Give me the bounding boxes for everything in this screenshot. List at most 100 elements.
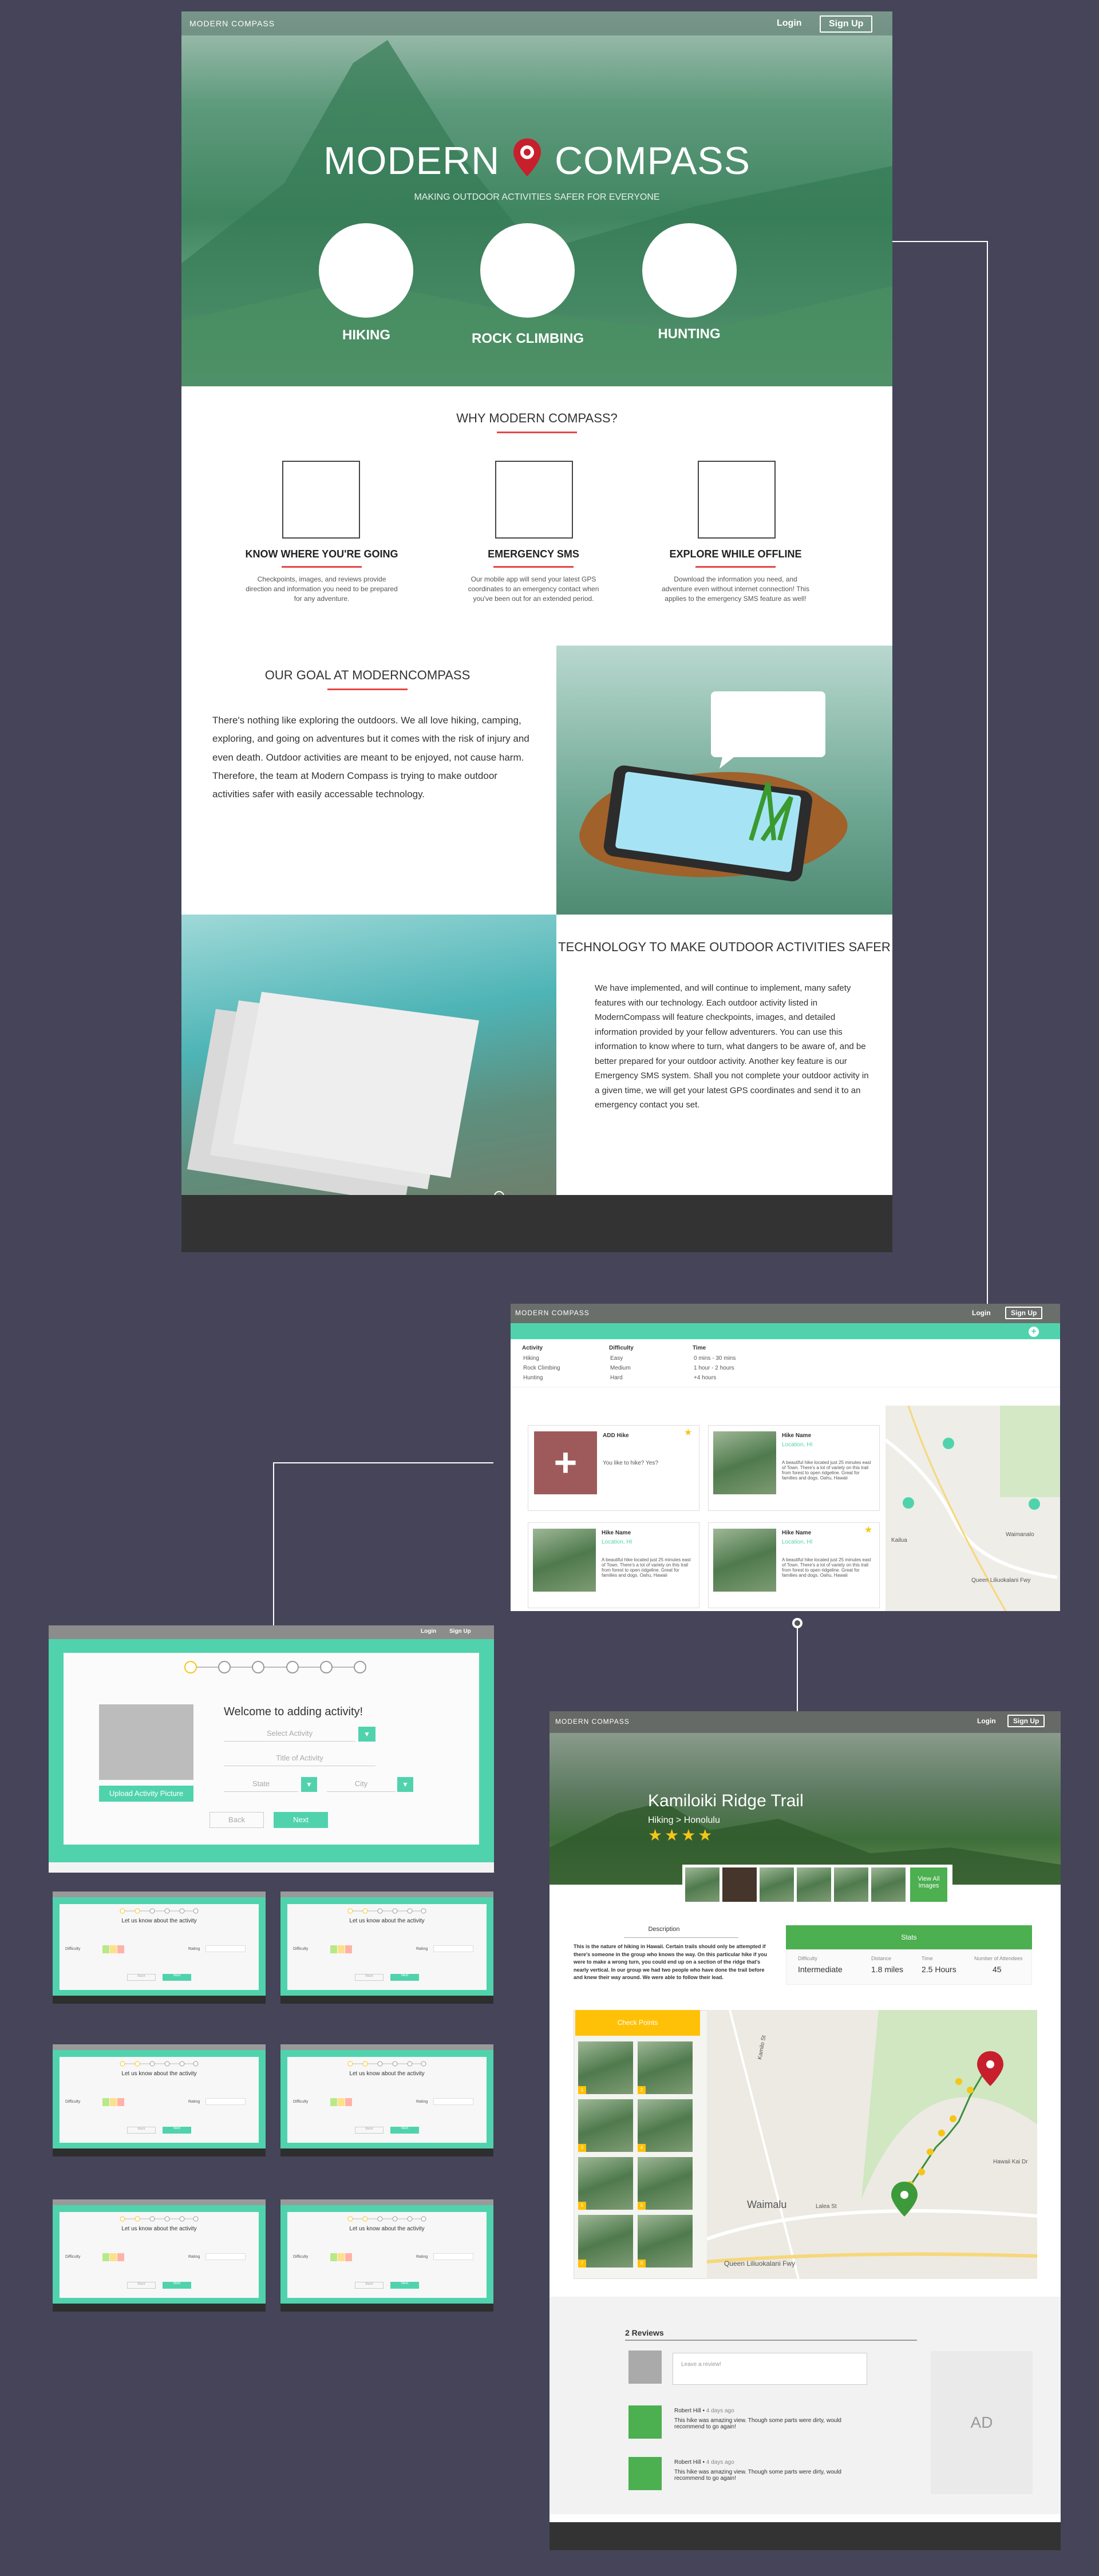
difficulty-swatch[interactable] (330, 1945, 337, 1953)
signup-button[interactable]: Sign Up (820, 15, 873, 33)
difficulty-swatch[interactable] (338, 1945, 345, 1953)
plus-icon[interactable]: + (534, 1431, 597, 1494)
mini-next-button[interactable]: Next (163, 2127, 191, 2134)
gallery-thumb[interactable] (760, 1867, 794, 1902)
mini-next-button[interactable]: Next (390, 2282, 419, 2289)
difficulty-swatch[interactable] (117, 1945, 124, 1953)
trail-map-graphic (706, 2009, 1038, 2280)
checkpoint-image[interactable]: 6 (638, 2157, 693, 2210)
difficulty-swatch[interactable] (345, 2098, 352, 2106)
difficulty-swatch[interactable] (338, 2253, 345, 2261)
landing-logo[interactable]: MODERN COMPASS (189, 19, 275, 28)
difficulty-swatch[interactable] (330, 2253, 337, 2261)
mini-back-button[interactable]: Back (355, 2127, 384, 2134)
star-icon[interactable]: ★ (864, 1524, 872, 1536)
filter-option[interactable]: Hiking (523, 1355, 539, 1362)
upload-picture-button[interactable]: Upload Activity Picture (99, 1786, 193, 1802)
chevron-down-icon[interactable]: ▼ (301, 1777, 317, 1792)
difficulty-swatch[interactable] (110, 1945, 117, 1953)
difficulty-swatch[interactable] (330, 2098, 337, 2106)
filter-option[interactable]: Easy (610, 1355, 623, 1362)
hunting-circle[interactable] (642, 223, 737, 318)
filter-option[interactable]: Hard (610, 1375, 623, 1381)
select-activity-field[interactable]: Select Activity (224, 1726, 355, 1742)
mini-rating-input[interactable] (433, 2253, 473, 2260)
activity-label-hunting[interactable]: HUNTING (615, 326, 764, 342)
add-signup-button[interactable]: Sign Up (449, 1628, 471, 1635)
activity-label-hiking[interactable]: HIKING (292, 327, 441, 343)
checkpoint-image[interactable]: 3 (578, 2099, 633, 2152)
checkpoint-image[interactable]: 7 (578, 2215, 633, 2268)
difficulty-swatch[interactable] (110, 2098, 117, 2106)
review-input[interactable]: Leave a review! (673, 2353, 867, 2385)
gallery-thumb[interactable] (722, 1867, 757, 1902)
mini-back-button[interactable]: Back (127, 2282, 156, 2289)
checkpoint-image[interactable]: 4 (638, 2099, 693, 2152)
detail-logo[interactable]: MODERN COMPASS (555, 1718, 630, 1726)
difficulty-swatch[interactable] (102, 2098, 109, 2106)
search-signup-button[interactable]: Sign Up (1005, 1307, 1043, 1319)
state-field[interactable]: State (224, 1776, 298, 1792)
mini-next-button[interactable]: Next (163, 2282, 191, 2289)
search-logo[interactable]: MODERN COMPASS (515, 1309, 590, 1317)
city-field[interactable]: City (327, 1776, 396, 1792)
mini-back-button[interactable]: Back (355, 1974, 384, 1981)
mini-next-button[interactable]: Next (163, 1974, 191, 1981)
mini-rating-input[interactable] (433, 2098, 473, 2105)
difficulty-swatch[interactable] (117, 2253, 124, 2261)
hiking-circle[interactable] (319, 223, 413, 318)
mini-next-button[interactable]: Next (390, 2127, 419, 2134)
difficulty-swatch[interactable] (110, 2253, 117, 2261)
add-icon[interactable]: + (1029, 1327, 1039, 1337)
review-time: 4 days ago (706, 2408, 734, 2414)
next-button[interactable]: Next (274, 1812, 328, 1828)
detail-signup-button[interactable]: Sign Up (1007, 1715, 1045, 1727)
filter-option[interactable]: Rock Climbing (523, 1365, 560, 1371)
gallery-thumb[interactable] (797, 1867, 831, 1902)
gallery-thumb[interactable] (834, 1867, 868, 1902)
checkpoint-image[interactable]: 5 (578, 2157, 633, 2210)
mini-rating-input[interactable] (433, 1945, 473, 1952)
filter-option[interactable]: +4 hours (694, 1375, 716, 1381)
difficulty-swatch[interactable] (338, 2098, 345, 2106)
difficulty-swatch[interactable] (117, 2098, 124, 2106)
difficulty-swatch[interactable] (345, 1945, 352, 1953)
activity-label-rock-climbing[interactable]: ROCK CLIMBING (453, 331, 602, 347)
filter-option[interactable]: Medium (610, 1365, 631, 1371)
add-hike-card[interactable]: + ADD Hike You like to hike? Yes? ★ (528, 1425, 699, 1511)
hike-card[interactable]: Hike Name Location, HI A beautiful hike … (528, 1522, 699, 1608)
filter-option[interactable]: 1 hour - 2 hours (694, 1365, 734, 1371)
activity-title-field[interactable]: Title of Activity (224, 1750, 375, 1766)
mini-back-button[interactable]: Back (127, 1974, 156, 1981)
mini-back-button[interactable]: Back (127, 2127, 156, 2134)
add-login-link[interactable]: Login (421, 1628, 436, 1635)
checkpoint-image[interactable]: 1 (578, 2041, 633, 2094)
difficulty-swatch[interactable] (102, 1945, 109, 1953)
view-all-images-button[interactable]: View All Images (910, 1867, 947, 1902)
search-login-link[interactable]: Login (972, 1309, 991, 1317)
detail-login-link[interactable]: Login (977, 1717, 996, 1725)
mini-rating-input[interactable] (205, 2253, 246, 2260)
mini-back-button[interactable]: Back (355, 2282, 384, 2289)
difficulty-swatch[interactable] (345, 2253, 352, 2261)
back-button[interactable]: Back (209, 1812, 264, 1828)
mini-rating-input[interactable] (205, 2098, 246, 2105)
mini-next-button[interactable]: Next (390, 1974, 419, 1981)
gallery-thumb[interactable] (871, 1867, 906, 1902)
chevron-down-icon[interactable]: ▼ (358, 1727, 375, 1742)
login-link[interactable]: Login (777, 18, 802, 29)
filter-option[interactable]: Hunting (523, 1375, 543, 1381)
difficulty-swatch[interactable] (102, 2253, 109, 2261)
hike-card[interactable]: Hike Name Location, HI A beautiful hike … (708, 1425, 880, 1511)
hike-card[interactable]: Hike Name Location, HI A beautiful hike … (708, 1522, 880, 1608)
gallery-thumb[interactable] (685, 1867, 720, 1902)
checkpoint-image[interactable]: 8 (638, 2215, 693, 2268)
trail-map[interactable]: Kamilo St Hawaii Kai Dr Waimalu Lalea St… (706, 2009, 1038, 2280)
rock-climbing-circle[interactable] (480, 223, 575, 318)
mini-rating-input[interactable] (205, 1945, 246, 1952)
chevron-down-icon[interactable]: ▼ (397, 1777, 413, 1792)
checkpoint-image[interactable]: 2 (638, 2041, 693, 2094)
filter-option[interactable]: 0 mins - 30 mins (694, 1355, 736, 1362)
search-map[interactable]: Kailua Waimanalo Queen Liliuokalani Fwy (884, 1405, 1060, 1612)
star-icon[interactable]: ★ (684, 1427, 692, 1438)
